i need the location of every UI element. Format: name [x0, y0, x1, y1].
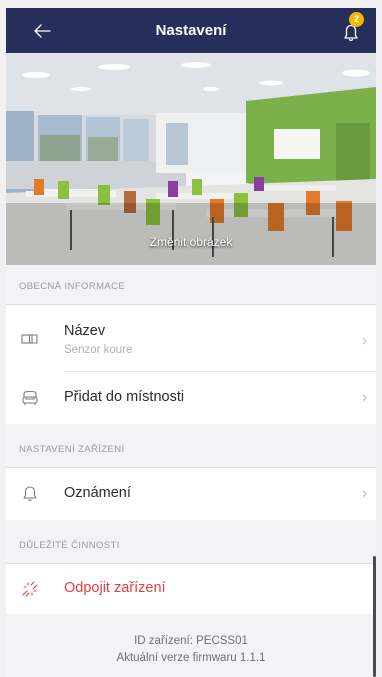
device-image[interactable]: Změnit obrázek [6, 53, 376, 265]
name-value: Senzor koure [64, 344, 133, 356]
name-label: Název [64, 323, 106, 339]
row-device-name[interactable]: Název Senzor koure [6, 305, 376, 372]
section-header-important-actions: DŮLEŽITÉ ČINNOSTI [6, 524, 376, 564]
firmware-version-text: Aktuální verze firmwaru 1.1.1 [116, 652, 266, 664]
disconnect-label: Odpojit zařízení [64, 580, 166, 596]
notifications-label: Oznámení [64, 485, 131, 501]
row-add-to-room[interactable]: Přidat do místnosti [6, 372, 376, 424]
bell-icon [23, 486, 37, 501]
classroom-photo [6, 53, 376, 265]
row-notifications[interactable]: Oznámení [6, 468, 376, 520]
sofa-icon [22, 390, 38, 405]
chevron-right-icon [362, 394, 367, 402]
section-header-general: OBECNÁ INFORMACE [6, 265, 376, 305]
scrollbar[interactable] [373, 556, 376, 677]
settings-screen: Nastavení 2 Změnit obrázek OBECNÁ INFORM… [6, 8, 376, 677]
change-image-label[interactable]: Změnit obrázek [6, 235, 376, 249]
tag-icon [21, 334, 38, 344]
notification-badge: 2 [349, 12, 364, 27]
chevron-right-icon [362, 337, 367, 345]
add-to-room-label: Přidat do místnosti [64, 389, 185, 405]
chevron-right-icon [362, 490, 367, 498]
top-bar: Nastavení 2 [6, 8, 376, 53]
page-title: Nastavení [155, 22, 227, 39]
device-id-text: ID zařízení: PECSS01 [134, 635, 248, 647]
section-header-device-settings: NASTAVENÍ ZAŘÍZENÍ [6, 428, 376, 468]
broken-link-icon [22, 581, 38, 597]
row-disconnect-device[interactable]: Odpojit zařízení [6, 564, 376, 614]
